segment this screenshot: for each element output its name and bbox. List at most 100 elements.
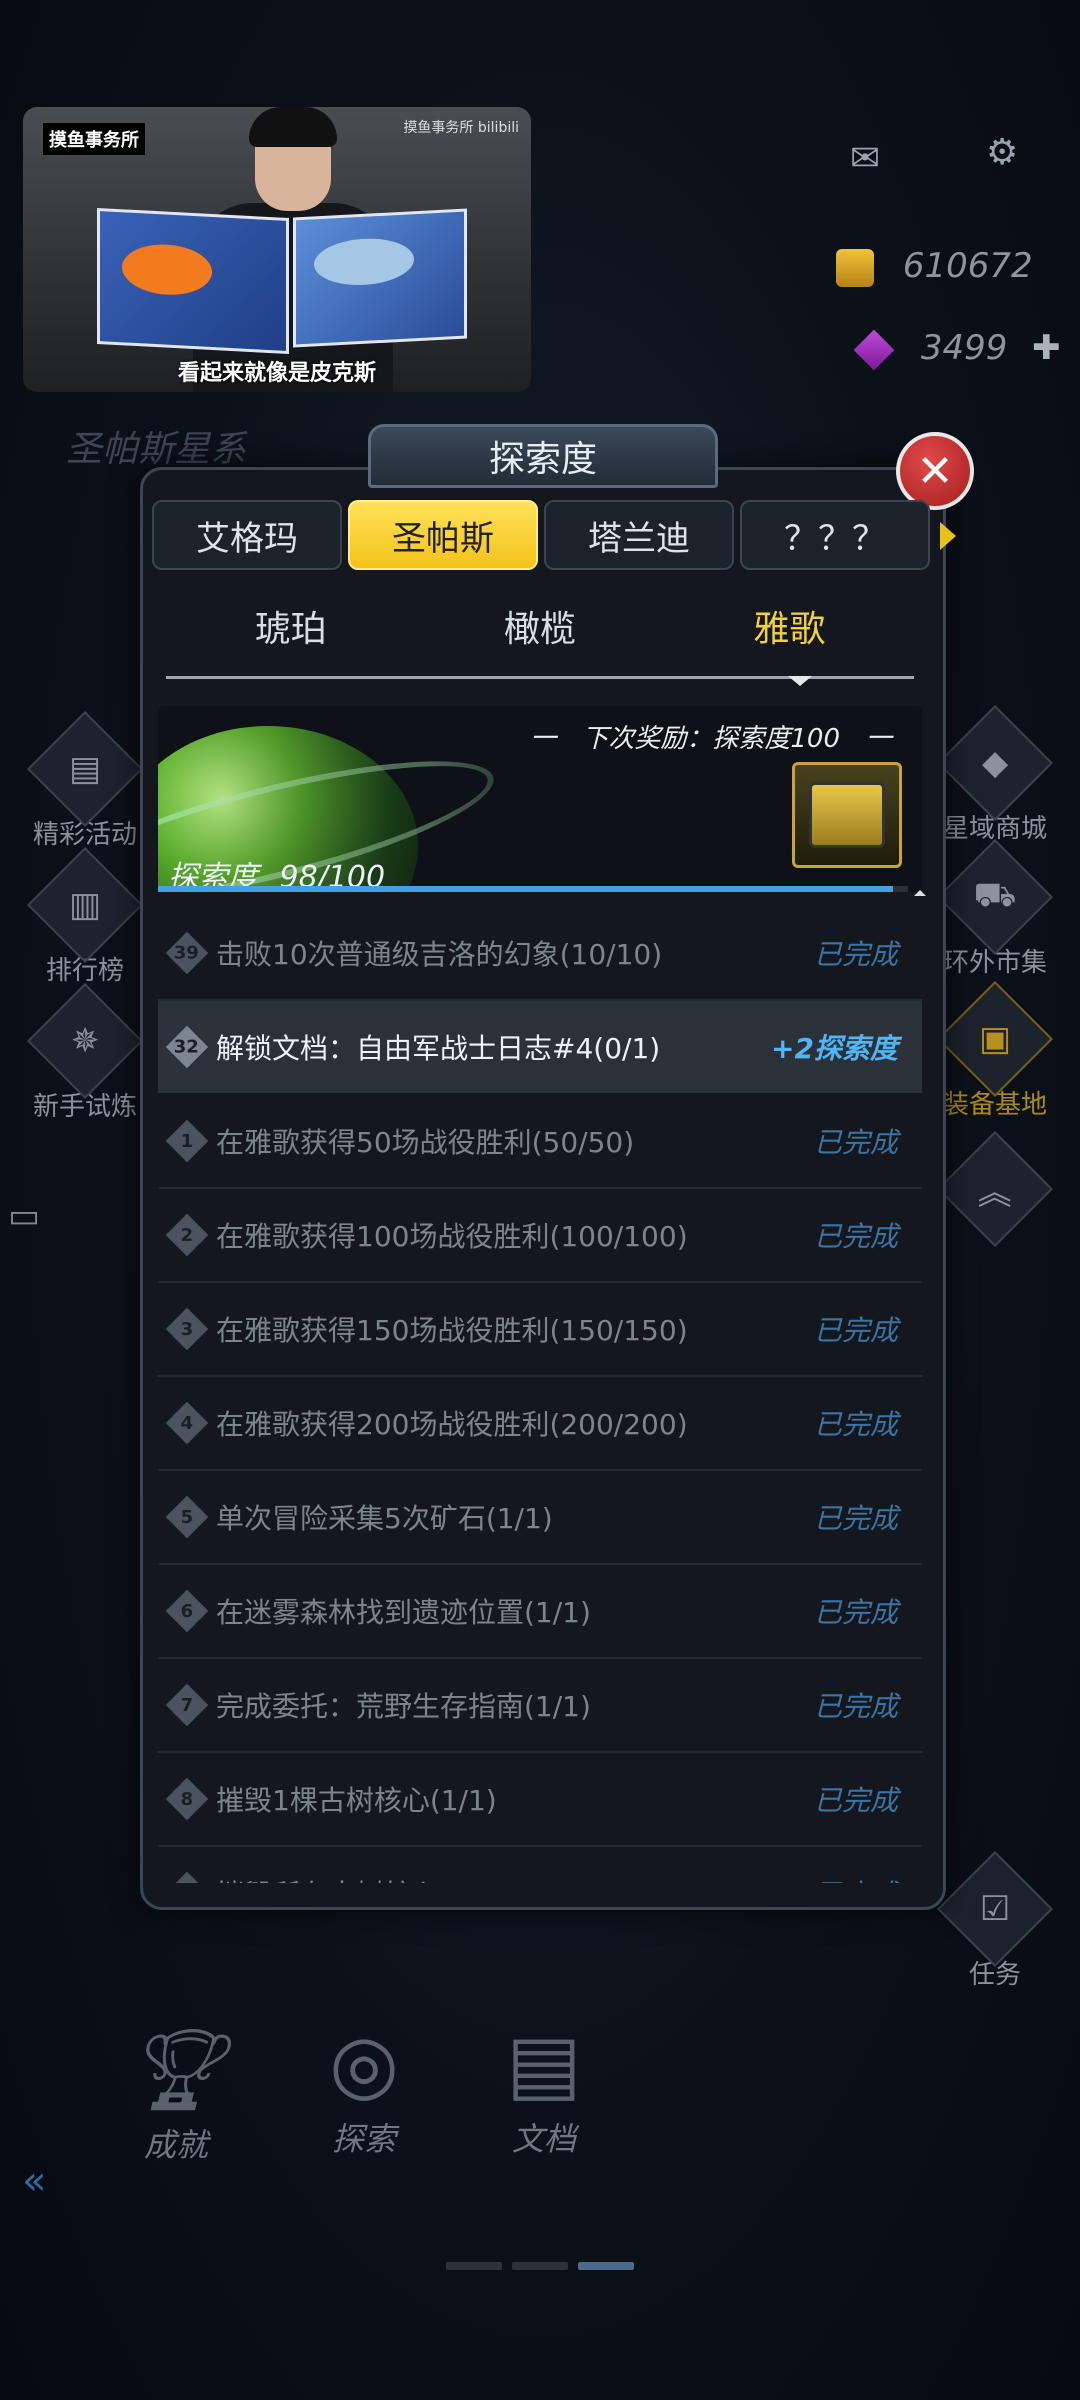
nav-explore[interactable]: ◎ 探索 bbox=[284, 2014, 444, 2160]
mail-icon[interactable]: ✉ bbox=[850, 138, 880, 179]
task-row[interactable]: 32 解锁文档：自由军战士日志#4(0/1) +2探索度 bbox=[158, 1001, 922, 1095]
chevron-up-icon: ︽ bbox=[978, 1172, 1012, 1213]
presenter-hair bbox=[249, 107, 337, 147]
tab-shengpasi[interactable]: 圣帕斯 bbox=[348, 500, 538, 570]
task-number: 3 bbox=[180, 1318, 194, 1340]
task-text: 在迷雾森林找到遗迹位置(1/1) bbox=[216, 1596, 591, 1629]
diamond-icon: ◆ bbox=[981, 743, 1009, 783]
nav-achievements[interactable]: 🏆︎ 成就 bbox=[96, 2020, 256, 2166]
task-status: 已完成 bbox=[813, 1220, 898, 1253]
nav-documents[interactable]: ▤ 文档 bbox=[464, 2014, 624, 2160]
checklist-icon: ☑ bbox=[979, 1888, 1011, 1929]
galaxy-tabs: 艾格玛 圣帕斯 塔兰迪 ？？？ bbox=[152, 500, 930, 570]
nav-explore-label: 探索 bbox=[331, 2120, 396, 2158]
task-number-badge-icon: 39 bbox=[165, 931, 209, 975]
task-number: 8 bbox=[180, 1788, 194, 1810]
star-shop-button[interactable]: ◆ 星域商城 bbox=[937, 705, 1053, 845]
gem-counter: 3499 ✚ bbox=[853, 328, 1061, 370]
task-row[interactable]: 8 摧毁1棵古树核心(1/1) 已完成 bbox=[158, 1753, 922, 1847]
task-text: 击败10次普通级吉洛的幻象(10/10) bbox=[216, 938, 663, 971]
close-icon: ✕ bbox=[916, 445, 954, 497]
events-button[interactable]: ▤ 精彩活动 bbox=[27, 711, 143, 851]
gem-amount: 3499 bbox=[920, 328, 1008, 368]
task-status: 已完成 bbox=[813, 1408, 898, 1441]
subtab-olive[interactable]: 橄榄 bbox=[415, 600, 664, 680]
task-text: 摧毁1棵古树核心(1/1) bbox=[216, 1784, 497, 1817]
nav-achievements-label: 成就 bbox=[143, 2126, 208, 2164]
task-row[interactable]: 3 在雅歌获得150场战役胜利(150/150) 已完成 bbox=[158, 1283, 922, 1377]
pager-dot bbox=[512, 2262, 568, 2270]
settings-gear-icon[interactable]: ⚙ bbox=[986, 132, 1018, 173]
compass-icon: ◎ bbox=[329, 2017, 399, 2110]
task-status: 已完成 bbox=[813, 938, 898, 971]
reward-chest-button[interactable] bbox=[792, 762, 902, 868]
coin-counter: 610672 bbox=[836, 246, 1033, 287]
task-number-badge-icon: 5 bbox=[165, 1495, 209, 1539]
trophy-icon: 🏆︎ bbox=[125, 2023, 227, 2116]
newbie-trial-button[interactable]: ✵ 新手试炼 bbox=[27, 983, 143, 1123]
task-number: 4 bbox=[180, 1412, 194, 1434]
task-row[interactable]: 1 在雅歌获得50场战役胜利(50/50) 已完成 bbox=[158, 1095, 922, 1189]
task-number: 5 bbox=[180, 1506, 194, 1528]
progress-fill bbox=[158, 886, 893, 892]
task-row[interactable]: 9 摧毁所有古树核心(4/4)已完成 bbox=[158, 1847, 922, 1883]
task-number-badge-icon: 4 bbox=[165, 1401, 209, 1445]
document-icon: ▤ bbox=[506, 2017, 582, 2110]
task-text: 在雅歌获得100场战役胜利(100/100) bbox=[216, 1220, 688, 1253]
task-row[interactable]: 2 在雅歌获得100场战役胜利(100/100) 已完成 bbox=[158, 1189, 922, 1283]
tab-scroll-arrow-icon[interactable] bbox=[940, 522, 956, 550]
video-watermark: 摸鱼事务所 bilibili bbox=[403, 120, 519, 136]
nav-documents-label: 文档 bbox=[511, 2120, 576, 2158]
tasks-button[interactable]: ☑ 任务 bbox=[937, 1851, 1053, 1991]
task-row[interactable]: 7 完成委托：荒野生存指南(1/1) 已完成 bbox=[158, 1659, 922, 1753]
task-row[interactable]: 6 在迷雾森林找到遗迹位置(1/1) 已完成 bbox=[158, 1565, 922, 1659]
task-number: 2 bbox=[180, 1224, 194, 1246]
task-number-badge-icon: 9 bbox=[165, 1871, 209, 1883]
pager-dot bbox=[446, 2262, 502, 2270]
task-text: 单次冒险采集5次矿石(1/1) bbox=[216, 1502, 553, 1535]
task-number: 1 bbox=[180, 1130, 194, 1152]
task-row[interactable]: 4 在雅歌获得200场战役胜利(200/200) 已完成 bbox=[158, 1377, 922, 1471]
tab-aigema[interactable]: 艾格玛 bbox=[152, 500, 342, 570]
task-text: 完成委托：荒野生存指南(1/1) bbox=[216, 1690, 591, 1723]
subtab-amber[interactable]: 琥珀 bbox=[166, 600, 415, 680]
tab-talandi[interactable]: 塔兰迪 bbox=[544, 500, 734, 570]
task-status: +2探索度 bbox=[771, 1032, 898, 1065]
task-number-badge-icon: 8 bbox=[165, 1777, 209, 1821]
task-row[interactable]: 5 单次冒险采集5次矿石(1/1) 已完成 bbox=[158, 1471, 922, 1565]
task-number-badge-icon: 32 bbox=[165, 1025, 209, 1069]
collapse-button[interactable]: ︽ bbox=[937, 1131, 1053, 1247]
coin-amount: 610672 bbox=[902, 246, 1033, 286]
scroll-indicator-icon bbox=[914, 890, 926, 896]
task-number-badge-icon: 2 bbox=[165, 1213, 209, 1257]
leaderboard-button[interactable]: ▥ 排行榜 bbox=[27, 847, 143, 987]
task-status: 已完成 bbox=[813, 1502, 898, 1535]
task-status: 已完成 bbox=[813, 1690, 898, 1723]
planet-banner: 一 下次奖励：探索度100 一 探索度 98/100 bbox=[158, 706, 922, 892]
clownfish-image bbox=[122, 242, 212, 297]
task-status: 已完成 bbox=[813, 1596, 898, 1629]
shark-image bbox=[314, 236, 414, 288]
chat-icon[interactable]: ▭ bbox=[8, 1196, 40, 1236]
market-button[interactable]: ⛟ 环外市集 bbox=[937, 839, 1053, 979]
close-button[interactable]: ✕ bbox=[896, 432, 974, 510]
equipment-base-button[interactable]: ▣ 装备基地 bbox=[937, 981, 1053, 1121]
compass-icon: ✵ bbox=[70, 1021, 100, 1061]
product-box-right bbox=[293, 208, 467, 348]
task-text: 在雅歌获得150场战役胜利(150/150) bbox=[216, 1314, 688, 1347]
subtab-yage[interactable]: 雅歌 bbox=[665, 600, 914, 680]
active-subtab-caret-icon bbox=[788, 676, 812, 686]
task-status: 已完成 bbox=[814, 1873, 898, 1883]
task-list[interactable]: 39 击败10次普通级吉洛的幻象(10/10) 已完成 32 解锁文档：自由军战士日志#… bbox=[158, 907, 922, 1883]
task-row[interactable]: 39 击败10次普通级吉洛的幻象(10/10) 已完成 bbox=[158, 907, 922, 1001]
podium-icon: ▥ bbox=[68, 885, 102, 925]
notice-board-icon: ▤ bbox=[68, 749, 102, 789]
video-overlay[interactable]: 摸鱼事务所 摸鱼事务所 bilibili 看起来就像是皮克斯 bbox=[23, 107, 531, 392]
task-number-badge-icon: 7 bbox=[165, 1683, 209, 1727]
task-number-badge-icon: 6 bbox=[165, 1589, 209, 1633]
add-gems-plus-icon[interactable]: ✚ bbox=[1032, 328, 1061, 368]
back-double-chevron-icon[interactable]: « bbox=[22, 2158, 46, 2204]
chest-icon: ▣ bbox=[978, 1019, 1012, 1059]
tab-unknown[interactable]: ？？？ bbox=[740, 500, 930, 570]
next-reward-label: 一 下次奖励：探索度100 一 bbox=[530, 724, 892, 754]
